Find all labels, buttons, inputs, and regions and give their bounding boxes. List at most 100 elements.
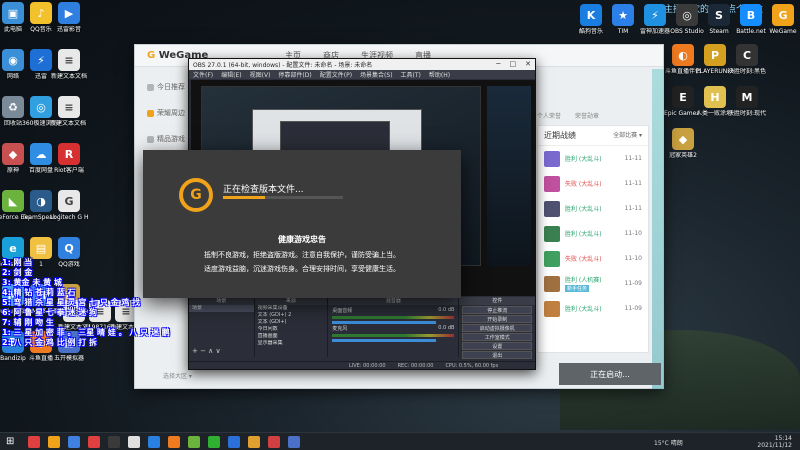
desktop-icon[interactable]: C 决胜时刻:黑色行动冷战 xyxy=(728,44,766,75)
mixer-channel-name: 麦克风 xyxy=(332,326,348,332)
source-item[interactable]: 今日问数 xyxy=(255,326,328,333)
close-icon[interactable]: ✕ xyxy=(525,60,531,68)
obs-control-button[interactable]: 工作室模式 xyxy=(462,333,532,341)
match-result-text: 胜利 (大乱斗) xyxy=(565,306,602,313)
region-select[interactable]: 选择大区 ▾ xyxy=(163,371,192,380)
wegame-right-tabs: 个人荣誉 荣誉勋章 xyxy=(537,111,599,120)
app-icon: S xyxy=(708,4,730,26)
match-row[interactable]: 胜利 (大乱斗) 11-09 xyxy=(538,296,648,321)
obs-menu-item[interactable]: 文件(F) xyxy=(193,70,213,79)
scene-controls[interactable]: + − ∧ ∨ xyxy=(192,347,221,355)
app-icon: K xyxy=(580,4,602,26)
obs-status-item: REC: 00:00:00 xyxy=(397,362,434,369)
desktop-icon[interactable]: M 决胜时刻:现代战争 xyxy=(728,86,766,117)
taskbar-app-icon[interactable] xyxy=(268,436,280,448)
taskbar-app-icon[interactable] xyxy=(48,436,60,448)
obs-control-button[interactable]: 启动虚拟摄像机 xyxy=(462,324,532,332)
obs-control-button[interactable]: 退出 xyxy=(462,351,532,359)
taskbar-app-icon[interactable] xyxy=(168,436,180,448)
desktop-icon-label: 冠家英雄2 xyxy=(669,152,697,159)
taskbar-app-icon[interactable] xyxy=(248,436,260,448)
sidebar-item-label: 精品游戏 xyxy=(157,135,185,143)
match-date: 11-11 xyxy=(624,180,642,187)
match-list: 胜利 (大乱斗) 11-11 失败 (大乱斗) 11-11 胜利 (大乱斗) 11-11 胜… xyxy=(538,146,648,321)
obs-control-button[interactable]: 开始录制 xyxy=(462,315,532,323)
champion-avatar xyxy=(544,200,560,217)
source-item[interactable]: 显示器采集 xyxy=(255,340,328,347)
maximize-icon[interactable]: □ xyxy=(510,60,517,68)
app-icon: ◉ xyxy=(2,49,24,71)
start-icon[interactable]: ⊞ xyxy=(6,436,18,448)
obs-menu-item[interactable]: 帮助(H) xyxy=(429,70,450,79)
obs-menu-item[interactable]: 工具(T) xyxy=(401,70,421,79)
profile-tab[interactable]: 荣誉勋章 xyxy=(575,111,599,120)
wegame-teal-strip xyxy=(652,69,664,389)
recent-matches-title: 近期战绩 xyxy=(544,131,576,140)
app-icon: ◐ xyxy=(672,44,694,66)
clock-date: 2021/11/12 xyxy=(757,442,792,449)
sidebar-icon xyxy=(147,109,154,117)
profile-tab[interactable]: 个人荣誉 xyxy=(537,111,561,120)
mixer-db-readout: 0.0 dB xyxy=(438,325,455,331)
taskbar-app-icon[interactable] xyxy=(228,436,240,448)
obs-menu-item[interactable]: 停靠部件(D) xyxy=(278,70,311,79)
taskbar: ⊞ 15°C 晴朗 15:14 2021/11/12 xyxy=(0,432,800,450)
source-item[interactable]: 直播画面 xyxy=(255,333,328,340)
match-result: 失败 (大乱斗) xyxy=(565,254,620,263)
start-game-button[interactable]: 正在启动... xyxy=(559,363,661,385)
desktop-icon[interactable]: G Logitech G HUB xyxy=(50,190,88,221)
taskbar-app-icon[interactable] xyxy=(128,436,140,448)
obs-menu-item[interactable]: 视图(V) xyxy=(250,70,271,79)
match-filter-dropdown[interactable]: 全部比赛 ▾ xyxy=(613,130,642,141)
obs-menu-item[interactable]: 场景集合(S) xyxy=(360,70,393,79)
taskbar-app-icon[interactable] xyxy=(208,436,220,448)
minimize-icon[interactable]: ─ xyxy=(496,60,500,68)
obs-status-item: LIVE: 00:00:00 xyxy=(349,362,386,369)
match-row[interactable]: 失败 (大乱斗) 11-10 xyxy=(538,246,648,271)
health-advice-line2: 适度游戏益脑，沉迷游戏伤身。合理安排时间，享受健康生活。 xyxy=(204,265,400,273)
desktop-icon[interactable]: ≡ 新建文本文档 (2) xyxy=(50,96,88,127)
app-icon: E xyxy=(672,86,694,108)
taskbar-app-icon[interactable] xyxy=(188,436,200,448)
weather-widget[interactable]: 15°C 晴朗 xyxy=(654,438,683,447)
scene-item[interactable]: 场景 xyxy=(189,305,254,312)
taskbar-app-icon[interactable] xyxy=(148,436,160,448)
taskbar-app-icon[interactable] xyxy=(108,436,120,448)
desktop-icon[interactable]: ◆ 冠家英雄2 xyxy=(664,128,702,159)
taskbar-app-icon[interactable] xyxy=(88,436,100,448)
wegame-logo-icon: G xyxy=(179,178,213,212)
source-item[interactable]: 文本 (GDI+) xyxy=(255,319,328,326)
match-result-text: 胜利 (人机赛) xyxy=(565,277,602,284)
desktop-icon[interactable]: ≡ 新建文本文档 xyxy=(50,49,88,80)
taskbar-app-icon[interactable] xyxy=(68,436,80,448)
app-icon: ▤ xyxy=(30,237,52,259)
desktop-icon[interactable]: ▶ 迅雷影音 xyxy=(50,2,88,33)
desktop-icon[interactable]: G WeGame xyxy=(764,4,800,35)
app-icon: ◆ xyxy=(2,143,24,165)
obs-docks: 场景 场景 + − ∧ ∨ 来源 视频采集设备 文本 (GDI+) 2 文本 (GD… xyxy=(189,297,535,359)
taskbar-app-icon[interactable] xyxy=(28,436,40,448)
source-item[interactable]: 视频采集设备 xyxy=(255,305,328,312)
match-row[interactable]: 胜利 (大乱斗) 11-11 xyxy=(538,146,648,171)
obs-control-button[interactable]: 停止推流 xyxy=(462,306,532,314)
match-row[interactable]: 胜利 (大乱斗) 11-10 xyxy=(538,221,648,246)
system-clock[interactable]: 15:14 2021/11/12 xyxy=(757,435,792,449)
desktop-icon-label: 决胜时刻:现代战争 xyxy=(728,110,766,117)
obs-menu-item[interactable]: 编辑(E) xyxy=(221,70,241,79)
source-item[interactable]: 文本 (GDI+) 2 xyxy=(255,312,328,319)
match-row[interactable]: 胜利 (大乱斗) 11-11 xyxy=(538,196,648,221)
app-icon: B xyxy=(740,4,762,26)
obs-control-button[interactable]: 设置 xyxy=(462,342,532,350)
match-row[interactable]: 胜利 (人机赛) 新手任务 11-09 xyxy=(538,271,648,296)
volume-slider[interactable] xyxy=(332,339,437,342)
taskbar-app-icon[interactable] xyxy=(288,436,300,448)
match-row[interactable]: 失败 (大乱斗) 11-11 xyxy=(538,171,648,196)
match-date: 11-09 xyxy=(624,280,642,287)
match-result: 胜利 (大乱斗) xyxy=(565,229,620,238)
app-icon: ♻ xyxy=(2,96,24,118)
desktop-icon-label: 新建文本文档 xyxy=(50,73,87,80)
champion-avatar xyxy=(544,225,560,242)
volume-meter xyxy=(332,316,455,319)
desktop-icon[interactable]: R Riot客户端 xyxy=(50,143,88,174)
obs-menu-item[interactable]: 配置文件(P) xyxy=(320,70,352,79)
